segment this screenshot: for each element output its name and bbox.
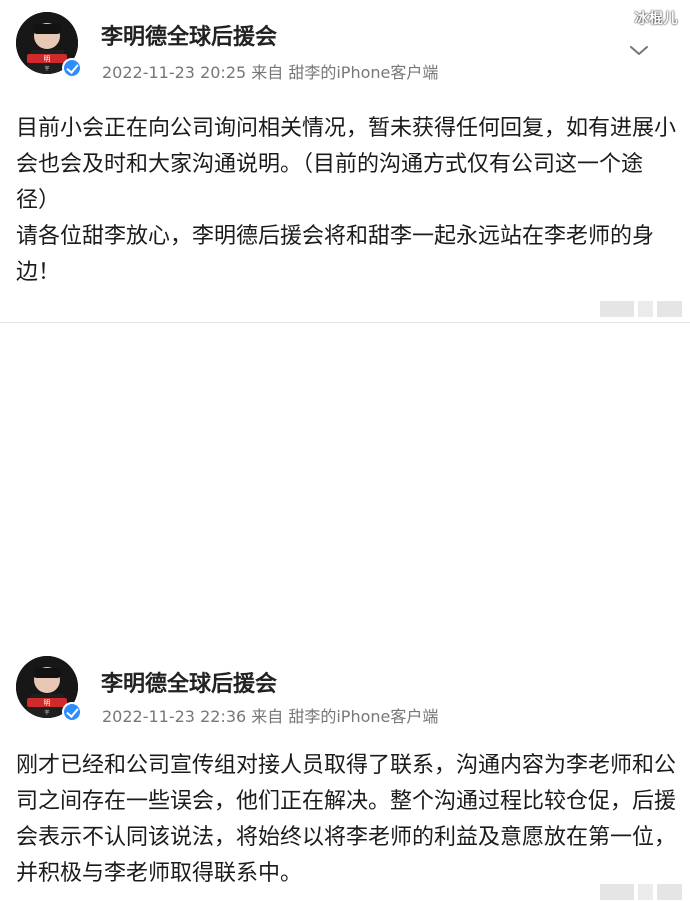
verified-badge-icon: [62, 58, 82, 78]
svg-text:宇: 宇: [44, 709, 49, 716]
post-meta: 2022-11-23 20:25 来自 甜李的iPhone客户端: [102, 63, 439, 82]
chevron-down-icon[interactable]: [630, 46, 648, 56]
post-card: 明 宇 李明德全球后援会 2022-11-23 22:36 来自 甜李的iPho…: [0, 323, 690, 900]
post-content: 刚才已经和公司宣传组对接人员取得了联系，沟通内容为李老师和公司之间存在一些误会，…: [16, 753, 677, 886]
placeholder-icon: [600, 300, 682, 318]
author-name[interactable]: 李明德全球后援会: [101, 27, 277, 49]
post-meta: 2022-11-23 22:36 来自 甜李的iPhone客户端: [102, 707, 439, 726]
placeholder-icon: [600, 883, 682, 901]
svg-text:明: 明: [44, 699, 51, 707]
author-name[interactable]: 李明德全球后援会: [101, 674, 277, 696]
svg-text:明: 明: [44, 55, 51, 63]
post-card: 明 宇 李明德全球后援会 2022-11-23 20:25 来自 甜李的iPho…: [0, 0, 690, 322]
verified-badge-icon: [62, 702, 82, 722]
svg-text:宇: 宇: [44, 65, 49, 72]
post-content: 目前小会正在向公司询问相关情况，暂未获得任何回复，如有进展小会也会及时和大家沟通…: [16, 116, 677, 285]
